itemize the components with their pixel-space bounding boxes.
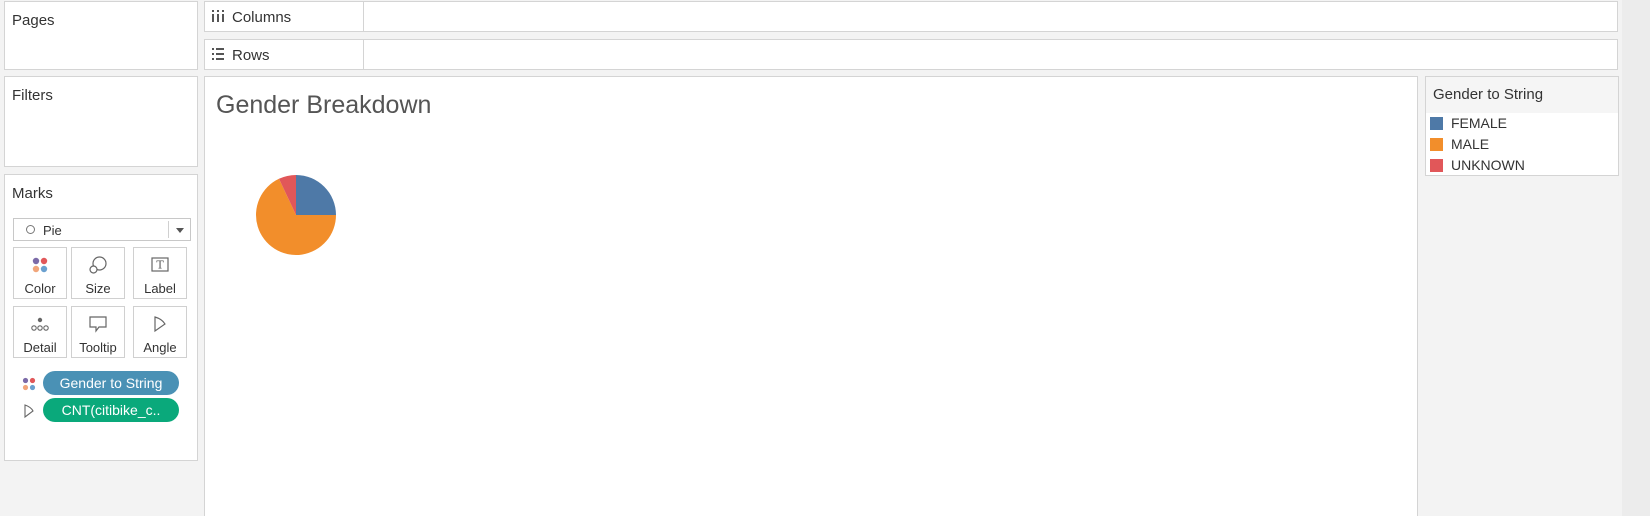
- gender-to-string-pill[interactable]: Gender to String: [43, 371, 179, 395]
- pages-title: Pages: [12, 12, 55, 29]
- pages-card[interactable]: Pages: [4, 1, 198, 70]
- gender-pill-row: Gender to String: [5, 371, 199, 395]
- legend-swatch: [1430, 117, 1443, 130]
- legend-swatch: [1430, 138, 1443, 151]
- angle-button[interactable]: Angle: [133, 306, 187, 358]
- detail-button[interactable]: Detail: [13, 306, 67, 358]
- legend-item-female[interactable]: FEMALE: [1430, 114, 1610, 134]
- tooltip-button[interactable]: Tooltip: [71, 306, 125, 358]
- size-label: Size: [85, 281, 111, 296]
- pie-slice-female[interactable]: [296, 175, 336, 215]
- rows-shelf[interactable]: Rows: [204, 39, 1618, 70]
- count-citibike-pill[interactable]: CNT(citibike_c..: [43, 398, 179, 422]
- shelf-divider: [363, 2, 364, 31]
- legend-label: UNKNOWN: [1451, 157, 1525, 173]
- marks-title: Marks: [12, 185, 53, 202]
- legend-label: FEMALE: [1451, 115, 1508, 131]
- color-dots-icon: [32, 257, 48, 273]
- chevron-down-icon[interactable]: [176, 228, 184, 233]
- detail-dots-icon: [31, 317, 49, 331]
- label-button[interactable]: T Label: [133, 247, 187, 299]
- tooltip-label: Tooltip: [79, 340, 117, 355]
- filters-title: Filters: [12, 87, 53, 104]
- right-scroll-strip: [1622, 0, 1650, 516]
- tooltip-icon: [89, 316, 107, 333]
- legend-item-unknown[interactable]: UNKNOWN: [1430, 156, 1610, 176]
- legend-item-male[interactable]: MALE: [1430, 135, 1610, 155]
- columns-label: Columns: [232, 9, 292, 26]
- rows-icon: [212, 48, 224, 60]
- mark-type-value: Pie: [43, 223, 62, 238]
- detail-label: Detail: [23, 340, 57, 355]
- dropdown-divider: [168, 221, 169, 238]
- color-label: Color: [24, 281, 56, 296]
- pie-chart[interactable]: [251, 170, 341, 260]
- sheet-title: Gender Breakdown: [216, 91, 432, 119]
- label-label: Label: [144, 281, 176, 296]
- marks-card: Marks Pie Color Size T Label Detail Tool…: [4, 174, 198, 461]
- angle-icon: [24, 404, 34, 419]
- size-button[interactable]: Size: [71, 247, 125, 299]
- angle-label: Angle: [143, 340, 177, 355]
- svg-text:T: T: [156, 259, 164, 272]
- legend-title: Gender to String: [1426, 77, 1618, 113]
- count-pill-row: CNT(citibike_c..: [5, 398, 199, 422]
- view-canvas[interactable]: Gender Breakdown: [204, 76, 1418, 516]
- shelf-divider: [363, 40, 364, 69]
- tableau-workspace: Pages Filters Marks Pie Color Size T Lab…: [0, 0, 1650, 516]
- mark-type-dropdown[interactable]: Pie: [13, 218, 191, 241]
- legend-swatch: [1430, 159, 1443, 172]
- columns-shelf[interactable]: Columns: [204, 1, 1618, 32]
- angle-icon: [154, 316, 166, 333]
- legend-label: MALE: [1451, 136, 1490, 152]
- color-button[interactable]: Color: [13, 247, 67, 299]
- columns-icon: [212, 10, 224, 22]
- label-t-icon: T: [151, 257, 169, 272]
- color-legend: Gender to String FEMALE MALE UNKNOWN: [1425, 76, 1619, 176]
- size-icon: [89, 256, 107, 274]
- filters-card[interactable]: Filters: [4, 76, 198, 167]
- pie-mark-icon: [26, 225, 35, 234]
- rows-label: Rows: [232, 47, 270, 64]
- color-dots-icon: [22, 377, 36, 391]
